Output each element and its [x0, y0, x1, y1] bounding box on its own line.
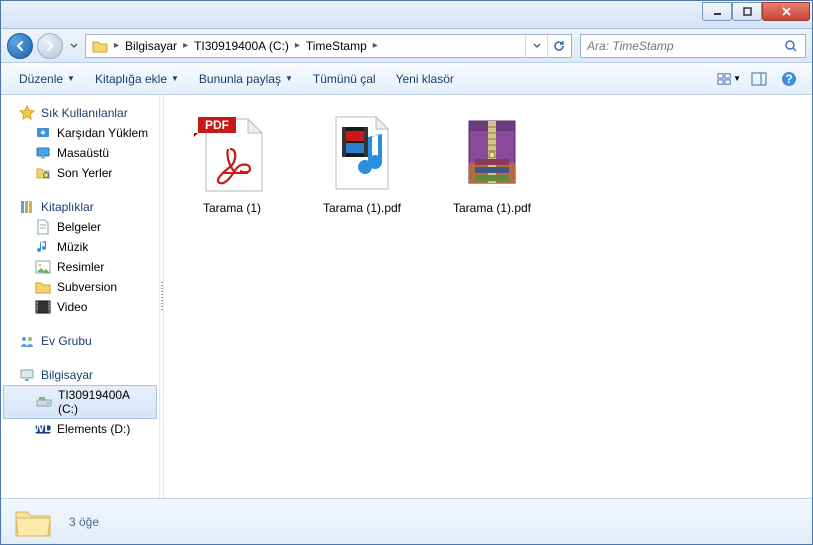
svg-text:?: ?	[785, 72, 792, 86]
search-input[interactable]	[587, 39, 783, 53]
add-to-library-menu[interactable]: Kitaplığa ekle▼	[87, 68, 187, 90]
chevron-right-icon[interactable]: ▸	[181, 40, 190, 51]
sidebar-item-subversion[interactable]: Subversion	[1, 277, 159, 297]
maximize-button[interactable]	[732, 2, 762, 21]
navbar: ▸ Bilgisayar ▸ TI30919400A (C:) ▸ TimeSt…	[1, 29, 812, 63]
help-button[interactable]: ?	[776, 67, 802, 91]
chevron-right-icon[interactable]: ▸	[112, 40, 121, 51]
share-with-menu[interactable]: Bununla paylaş▼	[191, 68, 301, 90]
titlebar	[1, 1, 812, 29]
view-menu[interactable]: ▼	[716, 67, 742, 91]
search-icon	[783, 38, 799, 54]
video-icon	[35, 299, 51, 315]
address-dropdown[interactable]	[525, 35, 547, 57]
libraries-group[interactable]: Kitaplıklar	[1, 197, 159, 217]
folder-icon	[13, 504, 53, 540]
sidebar-item-recent[interactable]: Son Yerler	[1, 163, 159, 183]
sidebar-item-downloads[interactable]: Karşıdan Yüklem	[1, 123, 159, 143]
rar-file-icon	[452, 113, 532, 195]
sidebar-item-pictures[interactable]: Resimler	[1, 257, 159, 277]
back-button[interactable]	[7, 33, 33, 59]
address-bar[interactable]: ▸ Bilgisayar ▸ TI30919400A (C:) ▸ TimeSt…	[85, 34, 572, 58]
play-all-button[interactable]: Tümünü çal	[305, 68, 384, 90]
file-list: PDF Tarama (1)	[164, 95, 812, 498]
file-item[interactable]: Tarama (1).pdf	[432, 107, 552, 221]
navigation-pane: Sık Kullanılanlar Karşıdan Yüklem Masaüs…	[1, 95, 159, 498]
sidebar-item-documents[interactable]: Belgeler	[1, 217, 159, 237]
downloads-icon	[35, 125, 51, 141]
computer-icon	[19, 367, 35, 383]
close-button[interactable]	[762, 2, 810, 21]
refresh-button[interactable]	[547, 35, 569, 57]
forward-button[interactable]	[37, 33, 63, 59]
libraries-icon	[19, 199, 35, 215]
homegroup-group[interactable]: Ev Grubu	[1, 331, 159, 351]
sidebar-item-videos[interactable]: Video	[1, 297, 159, 317]
chevron-right-icon[interactable]: ▸	[371, 40, 380, 51]
search-box[interactable]	[580, 34, 806, 58]
recent-icon	[35, 165, 51, 181]
drive-icon: WD	[35, 421, 51, 437]
pdf-file-icon: PDF	[192, 113, 272, 195]
media-file-icon	[322, 113, 402, 195]
sidebar-item-drive-c[interactable]: TI30919400A (C:)	[3, 385, 157, 419]
desktop-icon	[35, 145, 51, 161]
document-icon	[35, 219, 51, 235]
file-item[interactable]: PDF Tarama (1)	[172, 107, 292, 221]
favorites-label: Sık Kullanılanlar	[41, 106, 128, 120]
chevron-right-icon[interactable]: ▸	[293, 40, 302, 51]
computer-group[interactable]: Bilgisayar	[1, 365, 159, 385]
breadcrumb-item[interactable]: Bilgisayar	[121, 39, 181, 53]
file-item[interactable]: Tarama (1).pdf	[302, 107, 422, 221]
folder-icon	[35, 279, 51, 295]
pane-splitter[interactable]	[159, 95, 164, 498]
status-bar: 3 öğe	[1, 498, 812, 544]
sidebar-item-music[interactable]: Müzik	[1, 237, 159, 257]
homegroup-icon	[19, 333, 35, 349]
favorites-group[interactable]: Sık Kullanılanlar	[1, 103, 159, 123]
new-folder-button[interactable]: Yeni klasör	[388, 68, 462, 90]
sidebar-item-desktop[interactable]: Masaüstü	[1, 143, 159, 163]
svg-text:PDF: PDF	[205, 118, 229, 132]
file-name: Tarama (1).pdf	[323, 201, 401, 215]
organize-menu[interactable]: Düzenle▼	[11, 68, 83, 90]
file-name: Tarama (1).pdf	[453, 201, 531, 215]
star-icon	[19, 105, 35, 121]
history-dropdown[interactable]	[67, 34, 81, 58]
drive-icon	[36, 394, 52, 410]
svg-text:WD: WD	[35, 422, 51, 435]
pictures-icon	[35, 259, 51, 275]
breadcrumb-item[interactable]: TimeStamp	[302, 39, 371, 53]
breadcrumb-item[interactable]: TI30919400A (C:)	[190, 39, 293, 53]
command-bar: Düzenle▼ Kitaplığa ekle▼ Bununla paylaş▼…	[1, 63, 812, 95]
folder-icon	[92, 38, 108, 54]
explorer-window: ▸ Bilgisayar ▸ TI30919400A (C:) ▸ TimeSt…	[0, 0, 813, 545]
status-text: 3 öğe	[69, 515, 99, 529]
preview-pane-button[interactable]	[746, 67, 772, 91]
sidebar-item-drive-d[interactable]: WD Elements (D:)	[1, 419, 159, 439]
music-icon	[35, 239, 51, 255]
minimize-button[interactable]	[702, 2, 732, 21]
file-name: Tarama (1)	[203, 201, 261, 215]
